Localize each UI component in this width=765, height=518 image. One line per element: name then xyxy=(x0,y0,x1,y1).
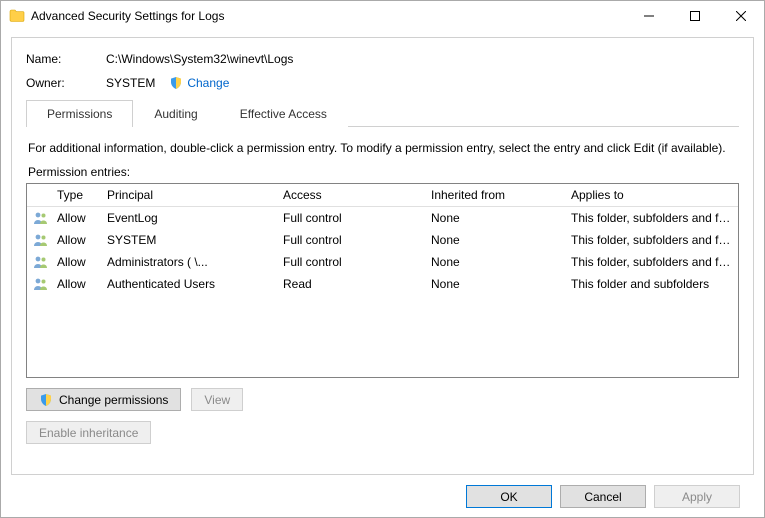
cell-applies: This folder, subfolders and files xyxy=(565,251,738,273)
tab-label: Effective Access xyxy=(240,107,327,121)
principal-icon xyxy=(27,207,51,229)
cell-principal: Authenticated Users xyxy=(101,273,277,295)
maximize-button[interactable] xyxy=(672,1,718,31)
cell-access: Full control xyxy=(277,251,425,273)
view-button[interactable]: View xyxy=(191,388,243,411)
cell-applies: This folder and subfolders xyxy=(565,273,738,295)
cell-principal: Administrators ( \... xyxy=(101,251,277,273)
permission-list[interactable]: Type Principal Access Inherited from App… xyxy=(26,183,739,378)
col-access[interactable]: Access xyxy=(277,184,425,206)
info-text: For additional information, double-click… xyxy=(28,141,737,155)
change-permissions-button[interactable]: Change permissions xyxy=(26,388,181,411)
table-row[interactable]: AllowAdministrators ( \...Full controlNo… xyxy=(27,251,738,273)
apply-button[interactable]: Apply xyxy=(654,485,740,508)
table-row[interactable]: AllowAuthenticated UsersReadNoneThis fol… xyxy=(27,273,738,295)
name-label: Name: xyxy=(26,52,106,66)
entries-label: Permission entries: xyxy=(28,165,737,179)
button-label: OK xyxy=(500,490,517,504)
table-row[interactable]: AllowEventLogFull controlNoneThis folder… xyxy=(27,207,738,229)
tab-effective-access[interactable]: Effective Access xyxy=(219,100,348,127)
button-label: Change permissions xyxy=(59,393,168,407)
button-label: View xyxy=(204,393,230,407)
owner-change-link[interactable]: Change xyxy=(169,76,229,90)
cell-access: Read xyxy=(277,273,425,295)
cell-principal: EventLog xyxy=(101,207,277,229)
tab-auditing[interactable]: Auditing xyxy=(133,100,218,127)
cell-type: Allow xyxy=(51,251,101,273)
minimize-button[interactable] xyxy=(626,1,672,31)
tab-label: Auditing xyxy=(154,107,197,121)
footer-buttons: OK Cancel Apply xyxy=(11,475,754,508)
folder-icon xyxy=(9,8,25,24)
principal-icon xyxy=(27,251,51,273)
cell-applies: This folder, subfolders and files xyxy=(565,229,738,251)
cell-access: Full control xyxy=(277,229,425,251)
button-label: Apply xyxy=(682,490,712,504)
button-label: Cancel xyxy=(584,490,621,504)
cell-inherited: None xyxy=(425,273,565,295)
col-applies[interactable]: Applies to xyxy=(565,184,738,206)
tabs: Permissions Auditing Effective Access xyxy=(26,100,739,127)
ok-button[interactable]: OK xyxy=(466,485,552,508)
col-principal[interactable]: Principal xyxy=(101,184,277,206)
owner-change-label: Change xyxy=(187,76,229,90)
cell-applies: This folder, subfolders and files xyxy=(565,207,738,229)
principal-icon xyxy=(27,229,51,251)
inheritance-row: Enable inheritance xyxy=(26,421,739,444)
enable-inheritance-button[interactable]: Enable inheritance xyxy=(26,421,151,444)
shield-icon xyxy=(169,76,183,90)
tab-permissions[interactable]: Permissions xyxy=(26,100,133,127)
col-type[interactable]: Type xyxy=(51,184,101,206)
main-panel: Name: C:\Windows\System32\winevt\Logs Ow… xyxy=(11,37,754,475)
tab-label: Permissions xyxy=(47,107,112,121)
shield-icon xyxy=(39,393,53,407)
list-header: Type Principal Access Inherited from App… xyxy=(27,184,738,207)
cell-type: Allow xyxy=(51,273,101,295)
list-button-row: Change permissions View xyxy=(26,388,739,411)
window-controls xyxy=(626,1,764,31)
owner-value: SYSTEM xyxy=(106,76,155,90)
cancel-button[interactable]: Cancel xyxy=(560,485,646,508)
table-row[interactable]: AllowSYSTEMFull controlNoneThis folder, … xyxy=(27,229,738,251)
cell-type: Allow xyxy=(51,207,101,229)
button-label: Enable inheritance xyxy=(39,426,138,440)
client-area: Name: C:\Windows\System32\winevt\Logs Ow… xyxy=(1,31,764,516)
cell-inherited: None xyxy=(425,251,565,273)
col-inherited[interactable]: Inherited from xyxy=(425,184,565,206)
row-owner: Owner: SYSTEM Change xyxy=(26,76,739,90)
window-title: Advanced Security Settings for Logs xyxy=(31,9,626,23)
cell-principal: SYSTEM xyxy=(101,229,277,251)
titlebar: Advanced Security Settings for Logs xyxy=(1,1,764,31)
name-value: C:\Windows\System32\winevt\Logs xyxy=(106,52,293,66)
close-button[interactable] xyxy=(718,1,764,31)
cell-type: Allow xyxy=(51,229,101,251)
cell-access: Full control xyxy=(277,207,425,229)
cell-inherited: None xyxy=(425,207,565,229)
principal-icon xyxy=(27,273,51,295)
owner-label: Owner: xyxy=(26,76,106,90)
col-icon[interactable] xyxy=(27,184,51,206)
row-name: Name: C:\Windows\System32\winevt\Logs xyxy=(26,52,739,66)
cell-inherited: None xyxy=(425,229,565,251)
